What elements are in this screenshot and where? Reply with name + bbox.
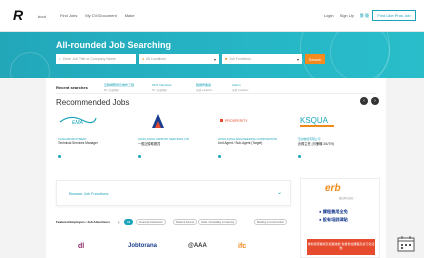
erb-banner: 重新探索職場及拓展技能 免費參加課程及多元化活動 — [307, 239, 375, 255]
recent-search-sub: 全部 Locations — [196, 89, 213, 92]
recent-searches: Recent searches 互聯網應用及維修工程 9K | 全部地區 KFO… — [56, 82, 376, 94]
calendar-icon[interactable] — [397, 236, 415, 252]
location-placeholder: All Locations — [146, 57, 166, 61]
erb-logo: erb — [325, 183, 341, 194]
featured-label: Featured Employers / Job Advertisers — [56, 220, 110, 224]
brand-logo-icon[interactable]: R — [13, 8, 37, 22]
search-row: ⌕ Enter Job Title or Company Name ● All … — [56, 54, 325, 64]
job-title: Technical Services Manager — [58, 141, 98, 145]
recommended-jobs-title: Recommended Jobs — [56, 98, 130, 107]
filter-chip[interactable]: Retail & Fitness — [173, 219, 198, 225]
account-links: Login Sign Up 繁 簡 — [324, 13, 369, 19]
logo-text: bout — [38, 14, 46, 19]
main-nav: Find Jobs My CV/Document Make — [60, 13, 134, 18]
svg-text:R: R — [13, 8, 24, 22]
job-card[interactable]: KSQUA 亞洲物流有限公司 倉務主任 (可兼職 3/4/7/9) — [294, 110, 372, 160]
chevron-down-icon: ▾ — [296, 56, 299, 62]
next-page-button[interactable]: › — [371, 97, 379, 105]
erb-benefit: ● 課程費用全免 — [319, 209, 348, 214]
briefcase-icon: ■ — [225, 57, 228, 61]
job-title: 一般記錄助理員 — [138, 142, 161, 146]
hero-title: All-rounded Job Searching — [56, 40, 172, 50]
language-switch[interactable]: 繁 簡 — [360, 13, 369, 19]
recent-search-title: Admin — [232, 83, 241, 87]
decor-circle — [330, 32, 390, 78]
employer-logo[interactable]: @AAA — [188, 243, 207, 249]
erb-advertisement[interactable]: erb 僱員再培訓局 ● 課程費用全免 ● 設有培訓津貼 重新探索職場及拓展技能… — [300, 178, 380, 258]
filter-all-chip[interactable]: All — [124, 219, 133, 225]
job-card[interactable]: PROSPERITY HONG KONG ENGINEERING CORPORA… — [214, 110, 292, 160]
hero-search-banner: All-rounded Job Searching ⌕ Enter Job Ti… — [0, 32, 424, 78]
search-icon: ⌕ — [59, 57, 61, 61]
decor-circle — [10, 52, 50, 78]
recent-search-title: 互聯網應用及維修工程 — [104, 83, 135, 87]
job-card[interactable]: HONG KONG AIRPORT SERVICES LTD 一般記錄助理員 — [134, 110, 212, 160]
filter-chip[interactable]: Financial Institutions — [136, 219, 166, 225]
logo-text: KSQUA — [300, 116, 329, 125]
job-title: Unit Agent / Sub-Agent (Target) — [218, 141, 263, 145]
keyword-input[interactable]: ⌕ Enter Job Title or Company Name — [56, 54, 136, 64]
company-logo-icon: EMA — [59, 116, 97, 126]
nav-make[interactable]: Make — [125, 13, 135, 18]
nav-my-cv[interactable]: My CV/Document — [85, 13, 116, 18]
filter-chip[interactable]: Building & Construction — [254, 219, 287, 225]
employer-logo[interactable]: dl — [78, 243, 84, 250]
chevron-down-icon: ⌄ — [276, 190, 282, 196]
main-content-panel: Recent searches 互聯網應用及維修工程 9K | 全部地區 KFO… — [46, 78, 386, 258]
location-pin-icon: ● — [142, 57, 145, 61]
chevron-down-icon: ▾ — [213, 56, 216, 62]
keyword-placeholder: Enter Job Title or Company Name — [62, 57, 116, 61]
browse-functions-label: Browse Job Functions — [69, 191, 109, 196]
erb-subtitle: 僱員再培訓局 — [339, 197, 354, 200]
prev-page-button[interactable]: ‹ — [360, 97, 368, 105]
nav-find-jobs[interactable]: Find Jobs — [60, 13, 77, 18]
new-indicator-dot — [58, 155, 61, 158]
recent-search-title: 數碼營業員 — [196, 83, 212, 87]
chevron-left-icon[interactable]: ‹ — [118, 220, 120, 226]
recent-search-item[interactable]: 數碼營業員 全部 Locations — [196, 83, 212, 92]
login-link[interactable]: Login — [324, 13, 334, 19]
top-navigation-bar: R bout Find Jobs My CV/Document Make Log… — [0, 0, 424, 32]
location-select[interactable]: ● All Locations ▾ — [139, 54, 219, 64]
recent-search-item[interactable]: Admin 全部 Locations — [232, 83, 248, 92]
new-indicator-dot — [298, 155, 301, 158]
recent-search-item[interactable]: 互聯網應用及維修工程 9K | 全部地區 — [104, 83, 134, 92]
company-logo-icon — [152, 114, 164, 128]
search-button[interactable]: Search — [305, 54, 325, 64]
recent-search-item[interactable]: KFO Volunteer 3K | 全部地區 — [152, 83, 172, 92]
recent-searches-label: Recent searches — [56, 85, 88, 90]
logo-text: EMA — [72, 120, 84, 126]
new-indicator-dot — [138, 155, 141, 158]
job-card[interactable]: EMA CANA RECRUITMENT Technical Services … — [54, 110, 132, 160]
logo-text: PROSPERITY — [225, 119, 248, 123]
recent-search-sub: 3K | 全部地區 — [152, 89, 168, 92]
new-indicator-dot — [218, 155, 221, 158]
recent-search-sub: 9K | 全部地區 — [104, 89, 120, 92]
employer-logo[interactable]: ifc — [238, 243, 246, 250]
function-placeholder: Job Functions — [229, 57, 251, 61]
featured-employers: Featured Employers / Job Advertisers ‹ A… — [56, 216, 306, 230]
company-logo-icon: PROSPERITY — [220, 119, 248, 123]
filter-chip[interactable]: Hotel / Hospitality & Catering — [198, 219, 238, 225]
company-logo-icon: KSQUA — [300, 116, 334, 127]
recent-search-title: KFO Volunteer — [152, 83, 172, 87]
job-title: 倉務主任 (可兼職 3/4/7/9) — [298, 142, 334, 146]
function-select[interactable]: ■ Job Functions ▾ — [222, 54, 302, 64]
employer-button[interactable]: Find Like Pros Job — [372, 10, 416, 21]
recent-search-sub: 全部 Locations — [232, 89, 249, 92]
browse-job-functions[interactable]: Browse Job Functions ⌄ — [56, 180, 291, 206]
erb-benefit: ● 設有培訓津貼 — [319, 217, 348, 222]
employer-logo[interactable]: Jobtorana — [128, 243, 157, 249]
signup-link[interactable]: Sign Up — [340, 13, 354, 19]
